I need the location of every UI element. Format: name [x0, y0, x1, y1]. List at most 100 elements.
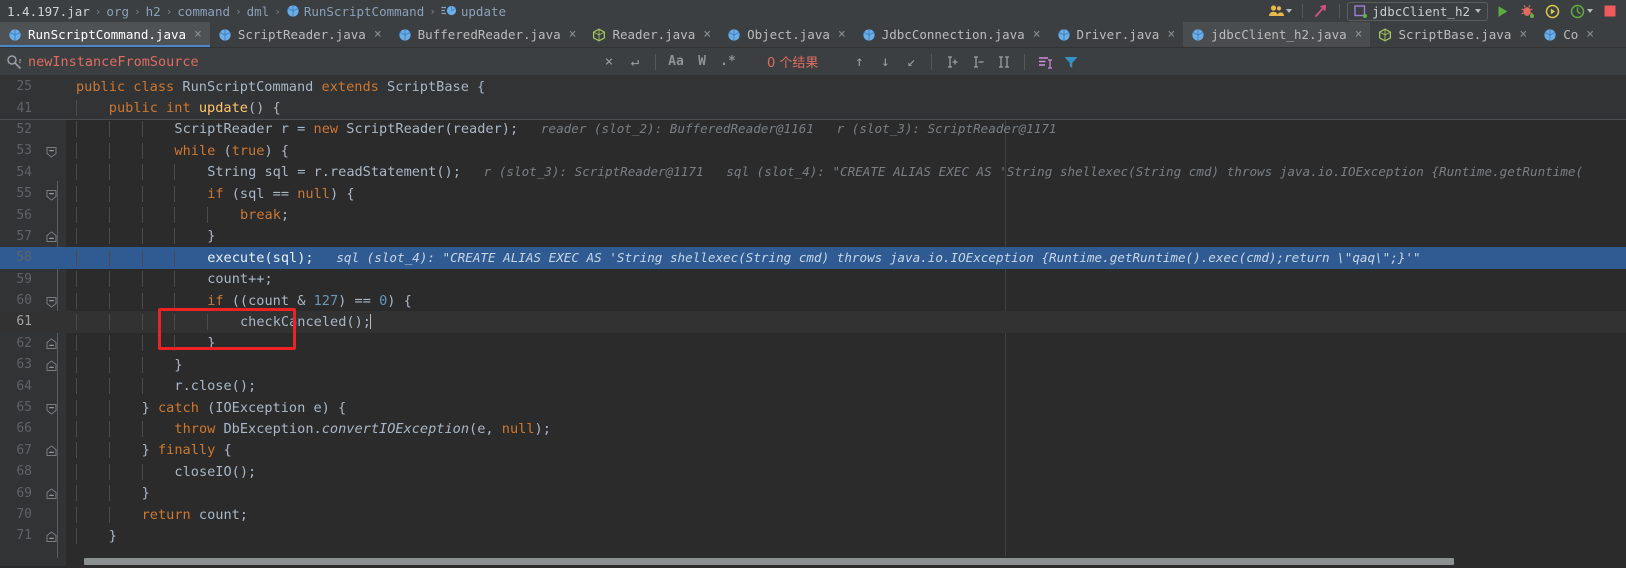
breadcrumb-item-runscriptcommand[interactable]: RunScriptCommand — [285, 4, 425, 19]
code-line[interactable]: 53 while (true) { — [0, 140, 1626, 161]
fold-collapse-icon[interactable] — [46, 188, 57, 201]
remove-caret-icon[interactable] — [965, 51, 991, 73]
close-icon[interactable]: × — [838, 28, 846, 41]
breadcrumb-item-dml[interactable]: dml — [246, 4, 271, 19]
gutter-marker-area[interactable] — [40, 311, 66, 332]
fold-end-icon[interactable] — [46, 530, 57, 542]
code-line[interactable]: 66 throw DbException.convertIOException(e… — [0, 418, 1626, 439]
profiler-button[interactable] — [1565, 1, 1598, 21]
collaborate-button[interactable] — [1263, 1, 1297, 21]
gutter-marker-area[interactable] — [40, 354, 66, 375]
code-line[interactable]: 56 break; — [0, 204, 1626, 225]
code-line-text[interactable]: break; — [66, 207, 1626, 224]
code-line-text[interactable]: if (sql == null) { — [66, 185, 1626, 202]
code-line[interactable]: 65} catch (IOException e) { — [0, 397, 1626, 418]
code-line[interactable]: 57} — [0, 226, 1626, 247]
gutter-marker-area[interactable] — [40, 482, 66, 503]
code-line-text[interactable]: throw DbException.convertIOException(e, … — [66, 420, 1626, 437]
code-line-text[interactable]: if ((count & 127) == 0) { — [66, 292, 1626, 309]
find-select-all-button[interactable]: ↙ — [898, 51, 924, 73]
close-icon[interactable]: × — [1519, 28, 1527, 41]
editor-tab-runscriptcommand-java[interactable]: RunScriptCommand.java × — [0, 22, 210, 47]
code-line-text[interactable]: checkCanceled(); — [66, 313, 1626, 330]
gutter-marker-area[interactable] — [40, 226, 66, 247]
add-caret-icon[interactable] — [939, 51, 965, 73]
code-line-text[interactable]: execute(sql); sql (slot_4): "CREATE ALIA… — [66, 249, 1626, 266]
debugger-inline-hint[interactable]: sql (slot_4): "CREATE ALIAS EXEC AS 'Str… — [704, 164, 1583, 179]
code-line[interactable]: 62} — [0, 333, 1626, 354]
editor-tab-co[interactable]: Co × — [1535, 22, 1602, 47]
gutter-marker-area[interactable] — [40, 375, 66, 396]
code-line-text[interactable]: closeIO(); — [66, 463, 1626, 480]
scrollbar-thumb[interactable] — [84, 558, 1454, 565]
gutter-marker-area[interactable] — [40, 525, 66, 546]
gutter-marker-area[interactable] — [40, 140, 66, 161]
run-button[interactable] — [1490, 1, 1515, 21]
code-line-text[interactable]: r.close(); — [66, 378, 1626, 395]
close-icon[interactable]: × — [569, 28, 577, 41]
code-line-text[interactable]: } — [66, 228, 1626, 245]
editor-tab-jdbcconnection-java[interactable]: JdbcConnection.java × — [854, 22, 1049, 47]
fold-end-icon[interactable] — [46, 338, 57, 350]
code-line-text[interactable]: } — [66, 335, 1626, 352]
debugger-inline-hint[interactable]: reader (slot_2): BufferedReader@1161 — [518, 121, 814, 136]
words-toggle[interactable]: W — [689, 51, 715, 73]
close-icon[interactable]: × — [1167, 28, 1175, 41]
find-input[interactable]: newInstanceFromSource — [6, 54, 306, 70]
close-icon[interactable]: × — [1355, 28, 1363, 41]
fold-end-icon[interactable] — [46, 445, 57, 457]
code-line[interactable]: 59 count++; — [0, 269, 1626, 290]
code-line[interactable]: 54 String sql = r.readStatement(); r (slo… — [0, 162, 1626, 183]
run-configuration-selector[interactable]: jdbcClient_h2 — [1347, 1, 1488, 21]
run-with-coverage-button[interactable] — [1540, 1, 1565, 21]
fold-collapse-icon[interactable] — [46, 145, 57, 158]
code-line[interactable]: 69} — [0, 482, 1626, 503]
close-icon[interactable]: × — [374, 28, 382, 41]
find-settings-icon[interactable] — [1032, 51, 1058, 73]
code-line-text[interactable]: } — [66, 356, 1626, 373]
code-line-text[interactable]: } catch (IOException e) { — [66, 399, 1626, 416]
gutter-marker-area[interactable] — [40, 440, 66, 461]
search-everywhere-button[interactable] — [1308, 1, 1334, 21]
gutter-marker-area[interactable] — [40, 76, 66, 97]
code-line-text[interactable]: } finally { — [66, 442, 1626, 459]
breadcrumb-item-org[interactable]: org — [105, 4, 130, 19]
editor-tab-scriptbase-java[interactable]: ScriptBase.java × — [1370, 22, 1535, 47]
all-carets-icon[interactable] — [991, 51, 1017, 73]
editor-tab-object-java[interactable]: Object.java × — [719, 22, 854, 47]
gutter-marker-area[interactable] — [40, 397, 66, 418]
gutter-marker-area[interactable] — [40, 333, 66, 354]
code-line-text[interactable]: } — [66, 527, 1626, 544]
breadcrumb-item-h2[interactable]: h2 — [145, 4, 162, 19]
code-lines[interactable]: 25 public class RunScriptCommand extends … — [0, 76, 1626, 547]
code-editor[interactable]: 25 public class RunScriptCommand extends … — [0, 76, 1626, 566]
breadcrumb-item-1-4-197-jar[interactable]: 1.4.197.jar — [6, 4, 91, 19]
find-clear-button[interactable]: × — [596, 51, 622, 73]
gutter-marker-area[interactable] — [40, 247, 66, 268]
gutter-marker-area[interactable] — [40, 290, 66, 311]
fold-collapse-icon[interactable] — [46, 295, 57, 308]
editor-tab-driver-java[interactable]: Driver.java × — [1049, 22, 1184, 47]
code-line[interactable]: 52 ScriptReader r = new ScriptReader(read… — [0, 119, 1626, 140]
close-icon[interactable]: × — [703, 28, 711, 41]
horizontal-scrollbar[interactable] — [66, 556, 1626, 566]
code-line[interactable]: 64 r.close(); — [0, 375, 1626, 396]
code-line[interactable]: 71} — [0, 525, 1626, 546]
fold-collapse-icon[interactable] — [46, 402, 57, 415]
code-line[interactable]: 63} — [0, 354, 1626, 375]
close-icon[interactable]: × — [194, 28, 202, 41]
code-line-text[interactable]: public class RunScriptCommand extends Sc… — [66, 79, 1626, 95]
code-line[interactable]: 25 public class RunScriptCommand extends … — [0, 76, 1626, 98]
code-line[interactable]: 70 return count; — [0, 504, 1626, 525]
gutter-marker-area[interactable] — [40, 119, 66, 140]
gutter-marker-area[interactable] — [40, 504, 66, 525]
regex-toggle[interactable]: .* — [715, 51, 741, 73]
debugger-inline-hint[interactable]: r (slot_3): ScriptReader@1171 — [814, 121, 1057, 136]
code-line-text[interactable]: count++; — [66, 271, 1626, 288]
breadcrumb-item-command[interactable]: command — [176, 4, 231, 19]
code-line-text[interactable]: String sql = r.readStatement(); r (slot_… — [66, 164, 1626, 181]
find-next-button[interactable]: ↓ — [872, 51, 898, 73]
gutter-marker-area[interactable] — [40, 183, 66, 204]
code-line-text[interactable]: while (true) { — [66, 142, 1626, 159]
code-line[interactable]: 60 if ((count & 127) == 0) { — [0, 290, 1626, 311]
